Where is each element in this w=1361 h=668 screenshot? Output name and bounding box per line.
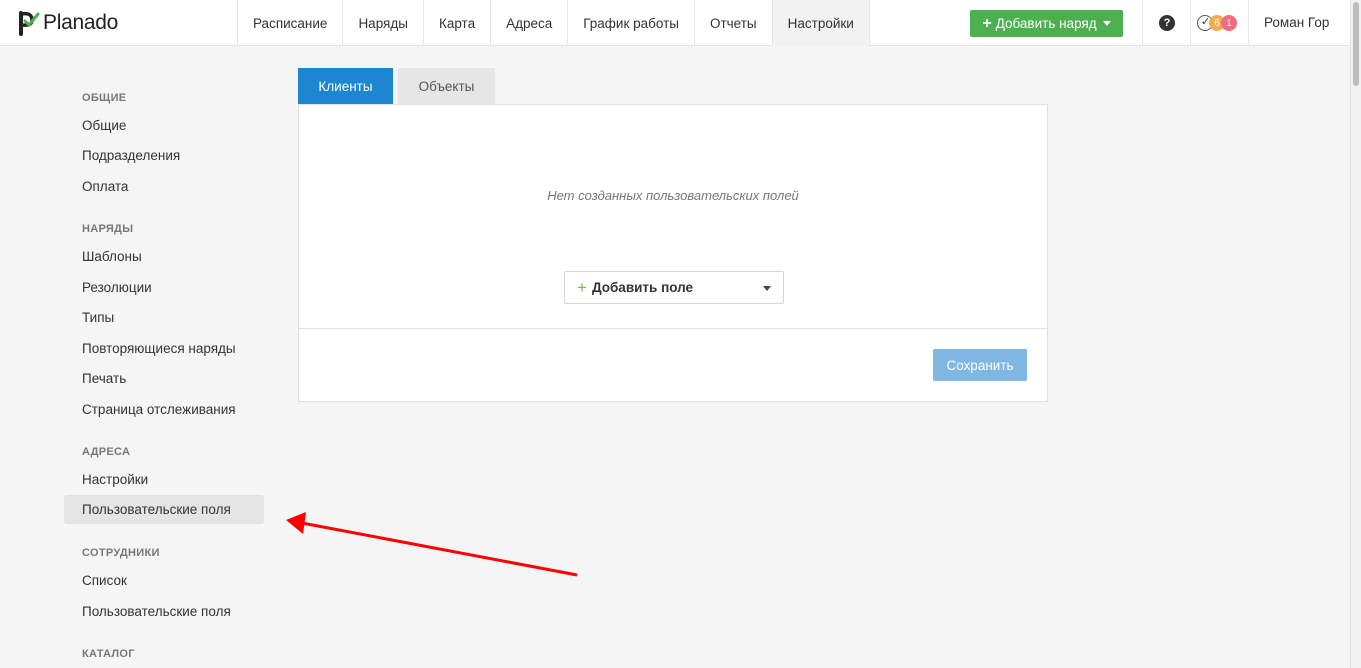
nav-item-map[interactable]: Карта: [424, 0, 492, 46]
custom-fields-tabs: Клиенты Объекты: [298, 68, 495, 104]
scrollbar-thumb[interactable]: [1353, 2, 1359, 86]
divider: [1190, 0, 1191, 46]
annotation-arrow-head: [286, 512, 306, 534]
sidebar-item-divisions[interactable]: Подразделения: [64, 141, 264, 170]
sidebar-heading-general: ОБЩИЕ: [82, 92, 127, 104]
divider: [1142, 0, 1143, 46]
nav-item-reports[interactable]: Отчеты: [695, 0, 773, 46]
top-bar: Planado Расписание Наряды Карта Адреса Г…: [0, 0, 1350, 46]
annotation-arrow-line: [301, 521, 578, 577]
add-order-button[interactable]: + Добавить наряд: [970, 10, 1123, 37]
sidebar-item-templates[interactable]: Шаблоны: [64, 242, 264, 271]
sidebar-item-general[interactable]: Общие: [64, 111, 264, 140]
sidebar-heading-orders: НАРЯДЫ: [82, 223, 134, 235]
plus-icon: +: [982, 14, 992, 32]
sidebar-item-employee-custom-fields[interactable]: Пользовательские поля: [64, 597, 264, 626]
sidebar-item-address-settings[interactable]: Настройки: [64, 465, 264, 494]
add-field-label: Добавить поле: [591, 280, 694, 295]
logo[interactable]: Planado: [18, 9, 118, 37]
plus-icon: +: [577, 278, 587, 297]
panel-divider: [299, 328, 1047, 329]
sidebar-heading-employees: СОТРУДНИКИ: [82, 547, 160, 559]
nav-item-work-schedule[interactable]: График работы: [568, 0, 695, 46]
sidebar-item-payment[interactable]: Оплата: [64, 172, 264, 201]
planado-logo-icon: [19, 11, 40, 36]
caret-down-icon: [763, 286, 771, 291]
empty-state-message: Нет созданных пользовательских полей: [547, 188, 799, 203]
nav-item-addresses[interactable]: Адреса: [491, 0, 569, 46]
sidebar-heading-catalog: КАТАЛОГ: [82, 648, 135, 660]
sidebar-item-types[interactable]: Типы: [64, 303, 264, 332]
sidebar-item-tracking-page[interactable]: Страница отслеживания: [64, 395, 264, 424]
logo-text: Planado: [43, 11, 118, 34]
main-nav: Расписание Наряды Карта Адреса График ра…: [237, 0, 870, 46]
sidebar-heading-addresses: АДРЕСА: [82, 446, 131, 458]
sidebar-item-resolutions[interactable]: Резолюции: [64, 273, 264, 302]
help-icon[interactable]: ?: [1159, 15, 1175, 31]
tasks-indicator[interactable]: ✓ 6 1: [1197, 14, 1243, 32]
divider: [1248, 0, 1249, 46]
sidebar-item-recurring-orders[interactable]: Повторяющиеся наряды: [64, 334, 264, 363]
custom-fields-panel: Нет созданных пользовательских полей + Д…: [298, 104, 1048, 402]
sidebar-item-employee-list[interactable]: Список: [64, 566, 264, 595]
page-scrollbar[interactable]: [1350, 0, 1361, 668]
nav-item-schedule[interactable]: Расписание: [238, 0, 344, 46]
add-order-label: Добавить наряд: [995, 16, 1097, 31]
nav-item-orders[interactable]: Наряды: [343, 0, 424, 46]
sidebar-item-print[interactable]: Печать: [64, 364, 264, 393]
tab-clients[interactable]: Клиенты: [298, 68, 393, 104]
add-field-button[interactable]: + Добавить поле: [564, 271, 784, 304]
sidebar-item-address-custom-fields[interactable]: Пользовательские поля: [64, 495, 264, 524]
user-menu[interactable]: Роман Гор: [1264, 15, 1329, 30]
save-button[interactable]: Сохранить: [933, 349, 1027, 381]
nav-item-settings[interactable]: Настройки: [772, 0, 870, 46]
tasks-badge-overdue: 1: [1221, 15, 1237, 31]
tab-objects[interactable]: Объекты: [398, 68, 495, 104]
caret-down-icon: [1102, 21, 1111, 26]
